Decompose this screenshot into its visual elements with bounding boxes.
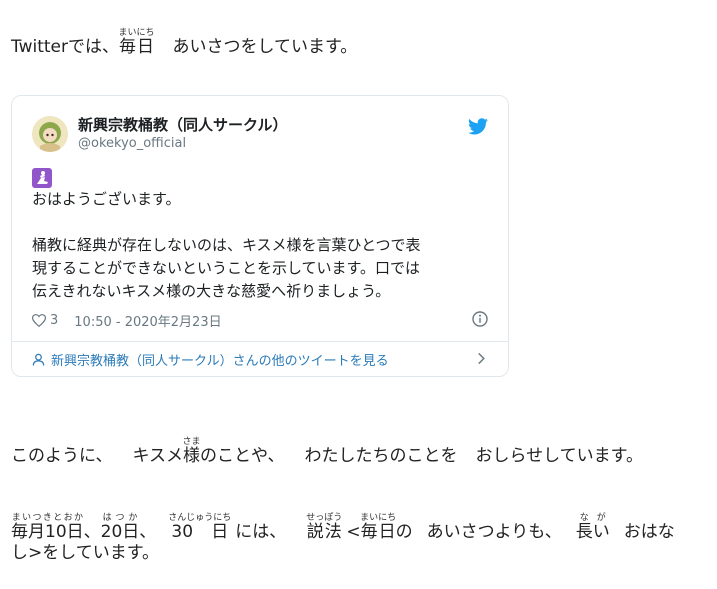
- intro-text: Twitterでは、: [11, 37, 119, 57]
- ruby-mainichi-2: 毎日まいにち: [360, 513, 397, 542]
- ruby-mainichi: 毎日まいにち: [118, 28, 155, 57]
- like-count[interactable]: 3: [50, 313, 58, 328]
- person-icon: [32, 353, 45, 366]
- twitter-bird-icon[interactable]: [468, 118, 488, 135]
- ruby-naga: 長いなが: [575, 513, 610, 542]
- tweet-line: 桶教に経典が存在しないのは、キスメ様を言葉ひとつで表: [32, 236, 421, 254]
- paragraph-2: このように、 キスメ様さまのことや、 わたしたちのことを おしらせしています。: [11, 437, 643, 466]
- p2-text: のことや、: [200, 446, 285, 466]
- p3-text: あいさつよりも、: [426, 522, 562, 542]
- p2-text: わたしたちのことを: [304, 446, 458, 466]
- paragraph-3-line-2: し>をしています。: [11, 543, 160, 563]
- paragraph-3: 毎月10日まいつきとおか、20日はつか、 30 日さんじゅうにちには、 説法せっぽう<…: [11, 513, 675, 542]
- divider: [12, 341, 508, 342]
- more-tweets-label[interactable]: 新興宗教桶教（同人サークル）さんの他のツイートを見る: [51, 350, 389, 369]
- info-icon[interactable]: [472, 311, 488, 327]
- more-tweets-link[interactable]: 新興宗教桶教（同人サークル）さんの他のツイートを見る: [32, 350, 389, 369]
- chevron-right-icon[interactable]: [477, 352, 486, 365]
- tweet-text: おはようございます。 桶教に経典が存在しないのは、キスメ様を言葉ひとつで表 現す…: [32, 188, 497, 303]
- ruby-hatsuka: 20日はつか: [100, 513, 140, 542]
- p3-text: には、: [235, 522, 287, 542]
- ruby-maitsuki-tooka: 毎月10日まいつきとおか: [11, 513, 84, 542]
- embedded-tweet-card[interactable]: 新興宗教桶教（同人サークル） @okekyo_official おはようございま…: [11, 95, 509, 377]
- p2-text: このように、: [11, 446, 113, 466]
- p2-text: キスメ: [132, 446, 184, 466]
- p3-text: おはな: [623, 522, 675, 542]
- avatar[interactable]: [32, 116, 68, 152]
- tweet-meta: 3 10:50 - 2020年2月23日: [32, 311, 222, 330]
- ruby-sanjuunichi: 30 日さんじゅうにち: [168, 513, 232, 542]
- ruby-seppou: 説法せっぽう: [306, 513, 343, 542]
- tweet-line: 伝えきれないキスメ様の大きな慈愛へ祈りましょう。: [32, 282, 391, 300]
- tweet-line: 現することができないということを示しています。口では: [32, 259, 421, 277]
- intro-text-2: あいさつをしています。: [172, 37, 358, 57]
- tweet-timestamp[interactable]: 10:50 - 2020年2月23日: [74, 311, 221, 330]
- place-of-worship-icon: [32, 168, 52, 188]
- p2-text: おしらせしています。: [475, 446, 643, 466]
- tweet-handle[interactable]: @okekyo_official: [78, 136, 186, 151]
- ruby-sama: 様さま: [182, 437, 201, 466]
- heart-icon[interactable]: [32, 314, 46, 327]
- tweet-line: おはようございます。: [32, 190, 181, 208]
- intro-paragraph: Twitterでは、毎日まいにちあいさつをしています。: [11, 28, 357, 57]
- tweet-display-name[interactable]: 新興宗教桶教（同人サークル）: [78, 114, 288, 135]
